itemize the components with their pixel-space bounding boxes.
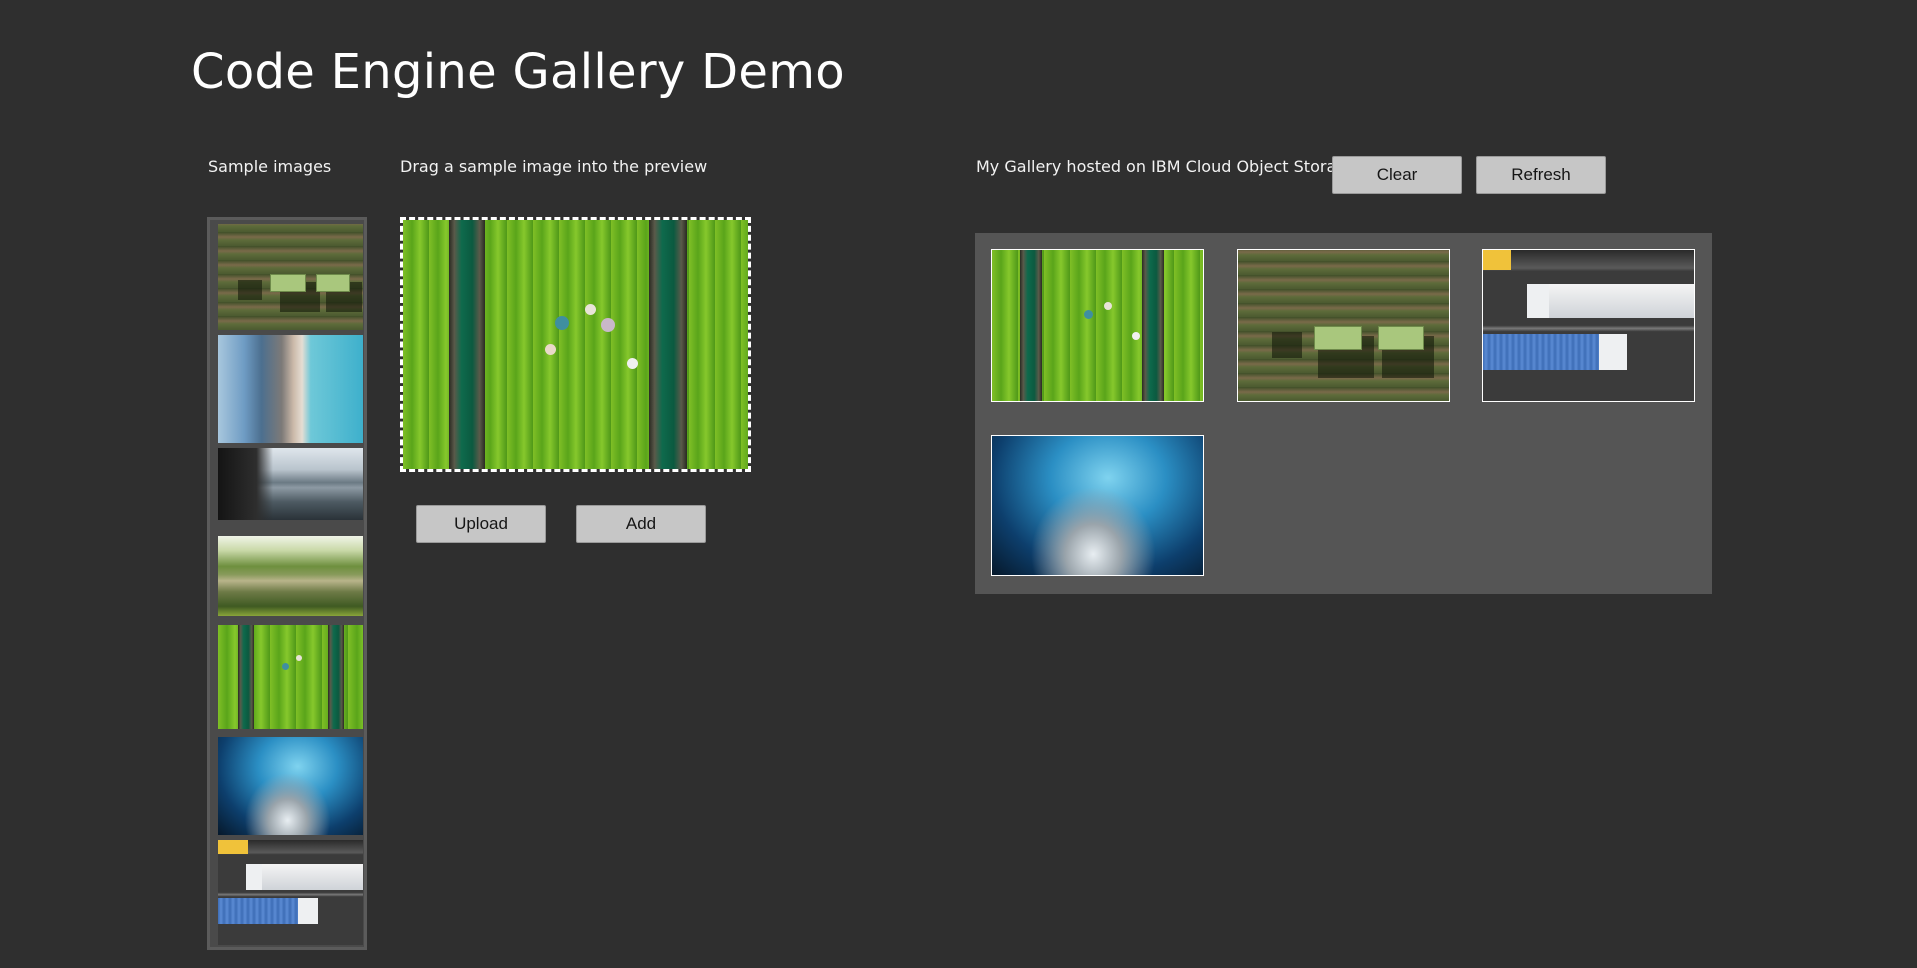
beach-coast-image [218,335,363,443]
worker [282,663,289,670]
gallery-item-lettuce-field[interactable] [991,249,1204,402]
worker [627,358,638,369]
gallery-item-aerial-farm[interactable] [1237,249,1450,402]
taxi [1483,250,1511,270]
truck-cab [246,864,262,890]
gallery-item-highway-trucks[interactable] [1482,249,1695,402]
highway-trucks-image [218,840,363,945]
canal [1142,250,1164,401]
sample-image-beach-coast[interactable] [218,335,363,443]
blue-trailer [1483,334,1599,370]
preview-instructions-label: Drag a sample image into the preview [400,157,708,176]
truck-cab [1599,334,1627,370]
rock-silhouette [218,448,274,520]
sample-image-lettuce-field[interactable] [218,625,363,729]
aerial-farm-image [1238,250,1449,401]
worker [545,344,556,355]
sample-images-label: Sample images [208,157,332,176]
canal [649,220,687,469]
forest-river-image [218,536,363,616]
canal [1020,250,1042,401]
gallery-label: My Gallery hosted on IBM Cloud Object St… [976,157,1357,176]
ice-cave-image [992,436,1203,575]
refresh-button[interactable]: Refresh [1476,156,1606,194]
sample-image-mountain-lake[interactable] [218,448,363,520]
bale [1314,326,1362,350]
highway-trucks-image [1483,250,1694,401]
worker [296,655,302,661]
white-trailer [1549,284,1694,318]
sample-images-strip [207,217,367,950]
sample-image-forest-river[interactable] [218,536,363,616]
worker [601,318,615,332]
worker [555,316,569,330]
sample-image-ice-cave[interactable] [218,737,363,835]
ice-cave-image [218,737,363,835]
worker [1084,310,1093,319]
worker [585,304,596,315]
preview-dropzone[interactable] [400,217,751,472]
page-title: Code Engine Gallery Demo [191,44,845,100]
bale [316,274,350,292]
truck-cab [1527,284,1549,318]
add-button[interactable]: Add [576,505,706,543]
upload-button[interactable]: Upload [416,505,546,543]
canal [449,220,485,469]
taxi [218,840,248,854]
blue-trailer [218,898,298,924]
sample-image-aerial-farm[interactable] [218,224,363,330]
clear-button[interactable]: Clear [1332,156,1462,194]
canal [328,625,344,729]
sample-image-highway-trucks[interactable] [218,840,363,945]
truck-cab [298,898,318,924]
lettuce-field-image [218,625,363,729]
worker [1104,302,1112,310]
preview-image [403,220,748,469]
bale [270,274,306,292]
gallery-item-ice-cave[interactable] [991,435,1204,576]
gallery-panel [975,233,1712,594]
tractor [238,280,262,300]
lettuce-field-image [992,250,1203,401]
mountain-lake-image [218,448,363,520]
tractor [1272,332,1302,358]
aerial-farm-image [218,224,363,330]
page: Code Engine Gallery Demo Sample images D… [0,0,1917,968]
white-trailer [260,864,363,890]
worker [1132,332,1140,340]
canal [238,625,254,729]
bale [1378,326,1424,350]
